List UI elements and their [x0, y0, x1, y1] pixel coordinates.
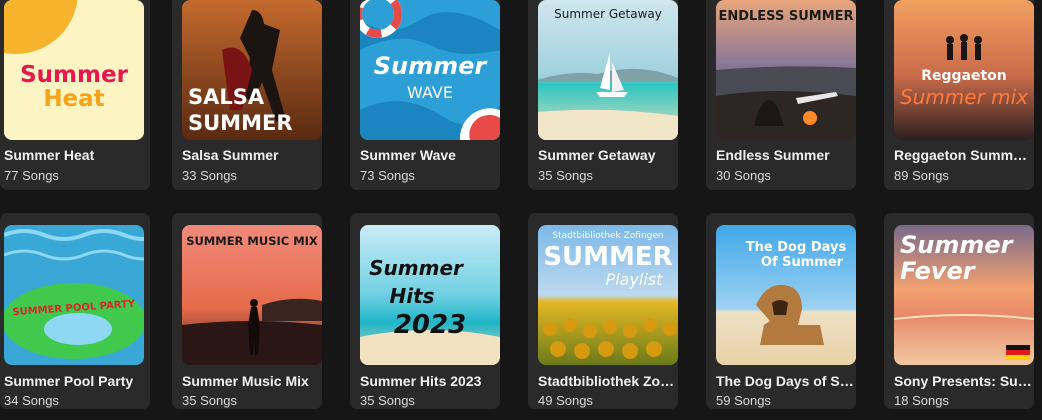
song-count: 30 Songs — [716, 168, 771, 183]
playlist-cover[interactable]: Summer Getaway — [538, 0, 678, 140]
cover-text: Heat — [43, 86, 104, 112]
playlist-cover[interactable]: Summer Hits 2023 — [360, 225, 500, 365]
playlist-card[interactable]: Stadtbibliothek Zofingen SUMMER Playlist… — [528, 213, 678, 409]
cover-text: Summer Getaway — [554, 7, 662, 21]
cover-text: 2023 — [394, 310, 466, 340]
playlist-card[interactable]: SALSA SUMMER Salsa Summer 33 Songs — [172, 0, 322, 190]
song-count: 73 Songs — [360, 168, 415, 183]
cover-text: SUMMER MUSIC MIX — [186, 234, 318, 248]
playlist-card[interactable]: Summer Getaway Summer Getaway 35 Songs — [528, 0, 678, 190]
song-count: 35 Songs — [360, 393, 415, 408]
playlist-cover[interactable]: Summer Heat — [4, 0, 144, 140]
song-count: 34 Songs — [4, 393, 59, 408]
song-count: 18 Songs — [894, 393, 949, 408]
song-count: 35 Songs — [182, 393, 237, 408]
song-count: 77 Songs — [4, 168, 59, 183]
playlist-card[interactable]: ENDLESS SUMMER Endless Summer 30 Songs — [706, 0, 856, 190]
playlist-title[interactable]: Summer Hits 2023 — [360, 373, 500, 389]
playlist-title[interactable]: Sony Presents: Summer Fever — [894, 373, 1034, 389]
playlist-cover[interactable]: Summer WAVE — [360, 0, 500, 140]
playlist-cover[interactable]: The Dog Days Of Summer — [716, 225, 856, 365]
playlist-title[interactable]: Endless Summer — [716, 147, 856, 163]
playlist-cover[interactable]: ENDLESS SUMMER — [716, 0, 856, 140]
germany-flag-icon — [1006, 345, 1030, 360]
cover-text: Summer — [374, 52, 489, 80]
playlist-cover[interactable]: Stadtbibliothek Zofingen SUMMER Playlist — [538, 225, 678, 365]
playlist-title[interactable]: Summer Wave — [360, 147, 500, 163]
cover-text: WAVE — [407, 83, 453, 102]
song-count: 35 Songs — [538, 168, 593, 183]
playlist-title[interactable]: The Dog Days of Summer — [716, 373, 856, 389]
playlist-title[interactable]: Reggaeton Summer Mix — [894, 147, 1034, 163]
cover-text: Fever — [900, 257, 977, 285]
playlist-card[interactable]: Reggaeton Summer mix Reggaeton Summer Mi… — [884, 0, 1034, 190]
cover-text: Summer — [20, 62, 128, 88]
playlist-card[interactable]: SUMMER MUSIC MIX Summer Music Mix 35 Son… — [172, 213, 322, 409]
cover-text: The Dog Days — [746, 240, 847, 255]
cover-text: Summer mix — [900, 85, 1028, 109]
cover-text: Of Summer — [761, 255, 844, 270]
song-count: 33 Songs — [182, 168, 237, 183]
song-count: 89 Songs — [894, 168, 949, 183]
playlist-card[interactable]: The Dog Days Of Summer The Dog Days of S… — [706, 213, 856, 409]
playlist-card[interactable]: Summer WAVE Summer Wave 73 Songs — [350, 0, 500, 190]
playlist-title[interactable]: Summer Getaway — [538, 147, 678, 163]
song-count: 59 Songs — [716, 393, 771, 408]
cover-text: SALSA — [188, 85, 265, 109]
playlist-cover[interactable]: Reggaeton Summer mix — [894, 0, 1034, 140]
cover-text: SUMMER — [188, 111, 293, 135]
cover-text: Stadtbibliothek Zofingen — [552, 231, 663, 241]
playlist-title[interactable]: Summer Music Mix — [182, 373, 322, 389]
playlist-cover[interactable]: SUMMER POOL PARTY — [4, 225, 144, 365]
playlist-cover[interactable]: SALSA SUMMER — [182, 0, 322, 140]
cover-text: ENDLESS SUMMER — [718, 9, 853, 24]
playlist-title[interactable]: Salsa Summer — [182, 147, 322, 163]
playlist-title[interactable]: Stadtbibliothek Zofingen Summer Playlist — [538, 373, 678, 389]
playlist-card[interactable]: Summer Heat Summer Heat 77 Songs — [0, 0, 150, 190]
cover-text: Summer — [900, 231, 1015, 259]
playlist-title[interactable]: Summer Pool Party — [4, 373, 144, 389]
playlist-cover[interactable]: Summer Fever — [894, 225, 1034, 365]
playlist-title[interactable]: Summer Heat — [4, 147, 144, 163]
playlist-cover[interactable]: SUMMER MUSIC MIX — [182, 225, 322, 365]
playlist-card[interactable]: SUMMER POOL PARTY Summer Pool Party 34 S… — [0, 213, 150, 409]
cover-text: Reggaeton — [921, 68, 1007, 84]
cover-text: Summer — [369, 256, 464, 280]
playlist-card[interactable]: Summer Hits 2023 Summer Hits 2023 35 Son… — [350, 213, 500, 409]
cover-text: SUMMER — [543, 242, 672, 272]
cover-text: Playlist — [606, 270, 664, 289]
song-count: 49 Songs — [538, 393, 593, 408]
cover-text: Hits — [389, 284, 434, 308]
playlist-card[interactable]: Summer Fever Sony Presents: Summer Fever… — [884, 213, 1034, 409]
